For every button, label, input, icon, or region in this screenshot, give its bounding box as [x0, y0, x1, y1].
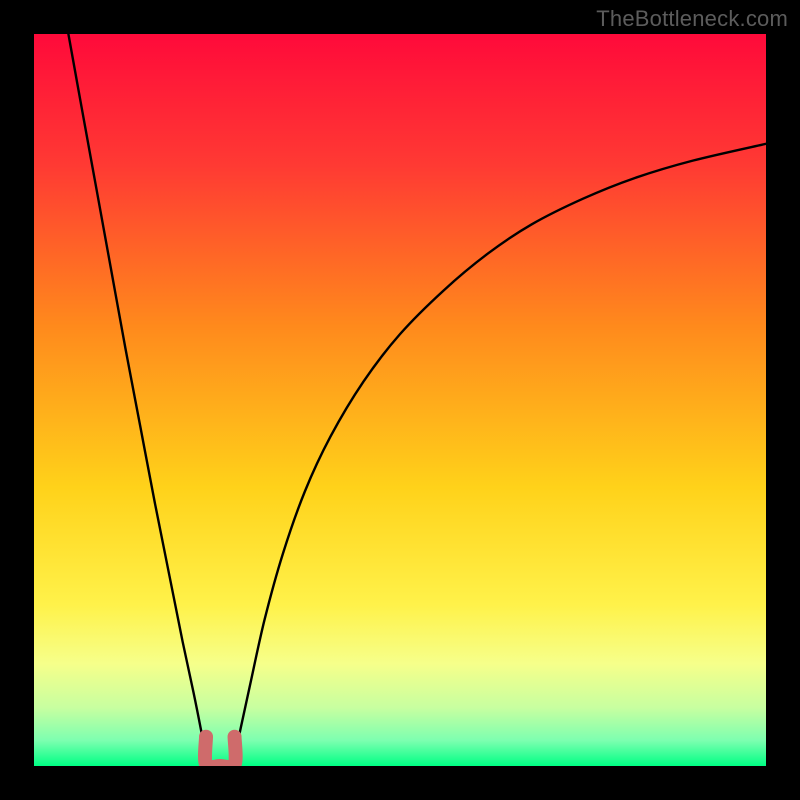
plot-area — [34, 34, 766, 766]
chart-frame: TheBottleneck.com — [0, 0, 800, 800]
chart-svg — [34, 34, 766, 766]
attribution-text: TheBottleneck.com — [596, 6, 788, 32]
